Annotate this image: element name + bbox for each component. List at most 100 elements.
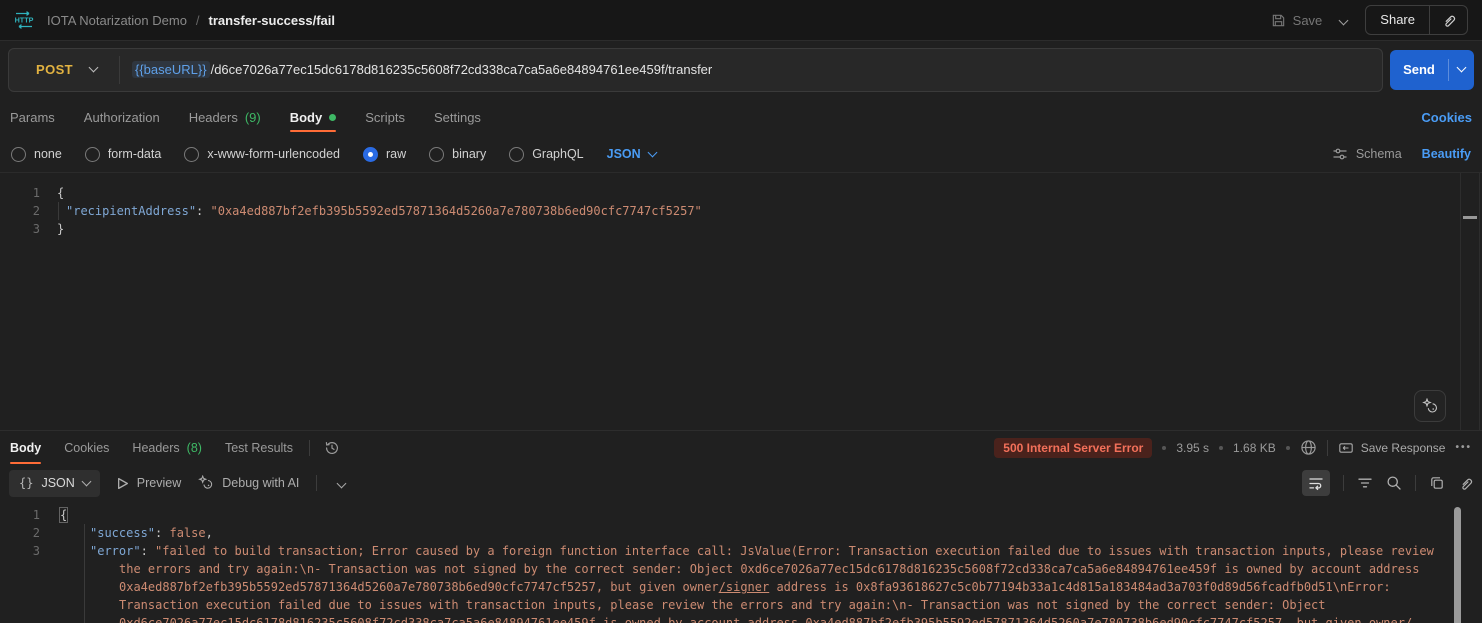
request-tab-body[interactable]: Body (290, 98, 337, 136)
app-header: HTTP IOTA Notarization Demo / transfer-s… (0, 0, 1482, 41)
line-number: 2 (0, 524, 40, 542)
response-format-label: JSON (41, 476, 74, 490)
meta-separator-dot (1219, 446, 1223, 450)
save-button[interactable]: Save (1271, 13, 1323, 28)
more-options-icon[interactable]: ••• (1455, 442, 1472, 453)
body-mode-raw[interactable]: raw (363, 147, 406, 162)
breadcrumb-separator: / (196, 13, 200, 28)
code-content: "recipientAddress": "0xa4ed887bf2efb395b… (48, 202, 702, 220)
tab-label: Cookies (64, 441, 109, 455)
code-line: 0xa4ed887bf2efb395b5592ed57871364d5260a7… (0, 578, 1482, 596)
raw-language-dropdown[interactable]: JSON (607, 147, 656, 161)
tab-label: Test Results (225, 441, 293, 455)
copy-link-icon[interactable] (1430, 13, 1467, 28)
search-icon[interactable] (1386, 475, 1402, 491)
code-content: } (48, 220, 64, 238)
tab-label: Body (10, 441, 41, 455)
response-header: Body Cookies Headers(8) Test Results 500 In… (0, 430, 1482, 464)
breadcrumb-collection[interactable]: IOTA Notarization Demo (47, 13, 187, 28)
method-chevron-icon (89, 63, 99, 73)
status-badge[interactable]: 500 Internal Server Error (994, 438, 1152, 458)
response-history-icon[interactable] (324, 440, 340, 456)
preview-button[interactable]: Preview (117, 476, 181, 490)
response-tab-cookies[interactable]: Cookies (64, 431, 109, 464)
language-chevron-icon (647, 147, 657, 157)
debug-with-ai-button[interactable]: Debug with AI (198, 475, 299, 491)
line-number: 2 (0, 202, 40, 220)
radio-icon[interactable] (184, 147, 199, 162)
save-icon (1271, 13, 1286, 28)
divider (1343, 475, 1344, 491)
request-body-editor[interactable]: 1{2"recipientAddress": "0xa4ed887bf2efb3… (0, 172, 1482, 430)
divider (1415, 475, 1416, 491)
body-mode-binary[interactable]: binary (429, 147, 486, 162)
response-format-dropdown[interactable]: {} JSON (9, 470, 100, 497)
url-path: /d6ce7026a77ec15dc6178d816235c5608f72cd3… (211, 62, 713, 77)
code-line: Transaction execution failed due to issu… (0, 596, 1482, 614)
filter-icon[interactable] (1357, 475, 1373, 491)
code-line: 1{ (0, 506, 1482, 524)
debug-options-chevron-icon[interactable] (334, 476, 349, 490)
send-options-chevron-icon[interactable] (1449, 68, 1474, 71)
request-tab-authorization[interactable]: Authorization (84, 98, 160, 136)
body-mode-label: raw (386, 147, 406, 161)
radio-selected-icon[interactable] (363, 147, 378, 162)
divider (316, 475, 317, 491)
request-tab-settings[interactable]: Settings (434, 98, 481, 136)
send-button-label: Send (1390, 62, 1448, 77)
send-button[interactable]: Send (1390, 50, 1474, 90)
url-variable: {{baseURL}} (132, 61, 210, 78)
response-tab-body[interactable]: Body (10, 431, 41, 464)
code-content: { (48, 184, 64, 202)
body-mode-x-www-form-urlencoded[interactable]: x-www-form-urlencoded (184, 147, 340, 162)
save-button-label: Save (1293, 13, 1323, 28)
copy-link-icon[interactable] (1458, 476, 1473, 491)
beautify-button[interactable]: Beautify (1422, 147, 1471, 161)
divider (1327, 440, 1328, 456)
line-number: 3 (0, 220, 40, 238)
response-scrollbar-thumb[interactable] (1454, 507, 1461, 623)
debug-with-ai-label: Debug with AI (222, 476, 299, 490)
postbot-ai-button[interactable] (1414, 390, 1446, 422)
body-mode-graphql[interactable]: GraphQL (509, 147, 583, 162)
tab-count-badge: (8) (187, 441, 202, 455)
response-tab-headers[interactable]: Headers(8) (132, 431, 202, 464)
line-number (0, 560, 40, 578)
body-mode-none[interactable]: none (11, 147, 62, 162)
editor-scrollbar-track[interactable] (1460, 173, 1480, 430)
save-response-label: Save Response (1361, 441, 1446, 455)
line-number (0, 614, 40, 623)
url-input[interactable]: {{baseURL}} /d6ce7026a77ec15dc6178d81623… (120, 61, 712, 78)
code-line: 3"error": "failed to build transaction; … (0, 542, 1482, 560)
response-toolbar: {} JSON Preview Debug with AI (0, 464, 1482, 502)
network-globe-icon[interactable] (1300, 439, 1317, 456)
copy-icon[interactable] (1429, 475, 1445, 491)
tab-count-badge: (9) (245, 110, 261, 125)
code-line: 2"success": false, (0, 524, 1482, 542)
breadcrumb-request-name[interactable]: transfer-success/fail (209, 13, 335, 28)
schema-button[interactable]: Schema (1332, 146, 1402, 162)
radio-icon[interactable] (509, 147, 524, 162)
method-select[interactable]: POST (9, 62, 119, 77)
response-size[interactable]: 1.68 KB (1233, 441, 1276, 455)
response-body-editor[interactable]: 1{2"success": false,3"error": "failed to… (0, 502, 1482, 623)
request-tab-headers[interactable]: Headers(9) (189, 98, 261, 136)
request-tab-params[interactable]: Params (10, 98, 55, 136)
save-options-chevron-icon[interactable] (1334, 7, 1353, 33)
save-response-button[interactable]: Save Response (1338, 440, 1446, 456)
code-line: 3} (0, 220, 1482, 238)
request-tab-scripts[interactable]: Scripts (365, 98, 405, 136)
format-chevron-icon (81, 476, 91, 486)
radio-icon[interactable] (11, 147, 26, 162)
schema-label: Schema (1356, 147, 1402, 161)
share-button[interactable]: Share (1366, 6, 1429, 34)
cookies-link[interactable]: Cookies (1421, 110, 1472, 125)
wrap-text-toggle[interactable] (1302, 470, 1330, 496)
radio-icon[interactable] (429, 147, 444, 162)
ai-sparkle-icon (198, 475, 214, 491)
response-tab-test-results[interactable]: Test Results (225, 431, 293, 464)
radio-icon[interactable] (85, 147, 100, 162)
response-time[interactable]: 3.95 s (1176, 441, 1209, 455)
body-mode-form-data[interactable]: form-data (85, 147, 162, 162)
code-line: the errors and try again:\n- Transaction… (0, 560, 1482, 578)
